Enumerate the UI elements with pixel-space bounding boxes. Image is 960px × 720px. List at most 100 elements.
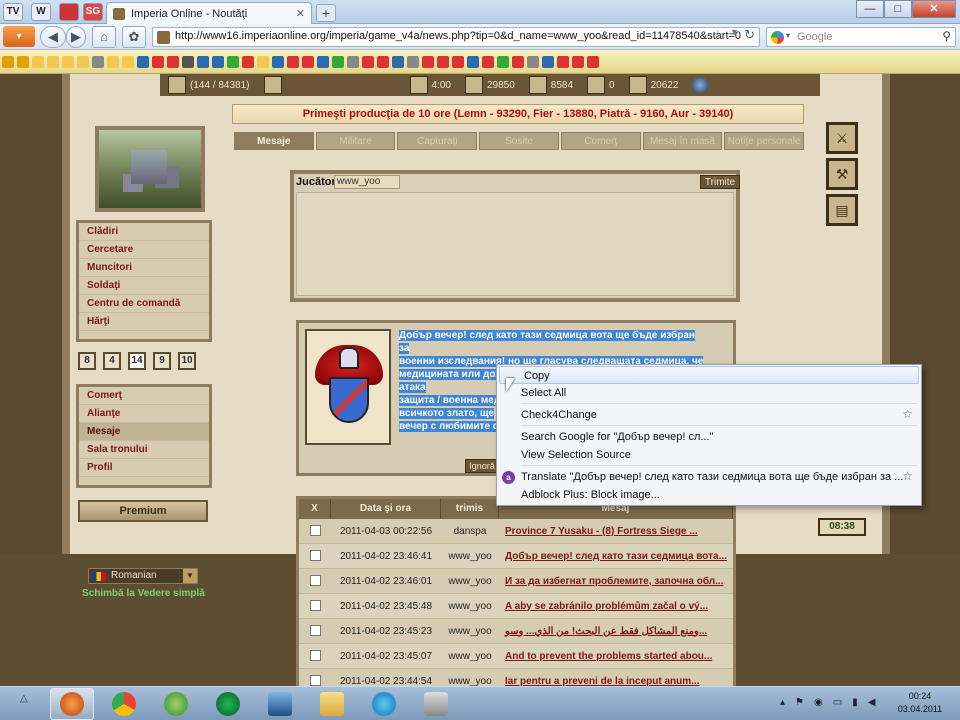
forward-button[interactable]: ▶: [66, 26, 86, 48]
bookmark-icon[interactable]: [422, 55, 434, 68]
volume-icon[interactable]: ◀: [868, 697, 876, 708]
pinned-tab-sg[interactable]: SG: [83, 3, 103, 21]
row-message-link[interactable]: Iar pentru a preveni de la inceput anum.…: [499, 676, 733, 687]
globe-icon[interactable]: [692, 77, 709, 93]
reload-icon[interactable]: ↻: [744, 27, 755, 43]
bookmark-icon[interactable]: [167, 55, 179, 68]
search-icon[interactable]: ⚲: [942, 29, 951, 43]
bookmark-icon[interactable]: [242, 55, 254, 68]
menu-item-soldati[interactable]: Soldaţi: [79, 277, 209, 295]
ignore-button[interactable]: Ignoră: [465, 459, 499, 473]
taskbar-chrome[interactable]: [102, 688, 146, 720]
row-checkbox[interactable]: [299, 625, 331, 637]
player-input[interactable]: www_yoo: [334, 175, 400, 189]
row-checkbox[interactable]: [299, 650, 331, 662]
search-box[interactable]: ▾ Google ⚲: [766, 27, 956, 47]
tab-imperia-online[interactable]: Imperia Online - Noutăţi ✕: [106, 2, 312, 24]
back-button[interactable]: ◀: [40, 26, 66, 48]
flag-icon[interactable]: ⚑: [795, 697, 804, 708]
bookmark-icon[interactable]: [347, 55, 359, 68]
taskbar-spotify[interactable]: [206, 688, 250, 720]
menu-item-comert[interactable]: Comerţ: [79, 387, 209, 405]
send-button[interactable]: Trimite: [700, 175, 740, 189]
bookmark-icon[interactable]: [572, 55, 584, 68]
bookmark-icon[interactable]: [377, 55, 389, 68]
menu-item-adblock-block-image[interactable]: Adblock Plus: Block image...: [521, 486, 660, 504]
army-icon[interactable]: [263, 76, 282, 94]
search-engine-dropdown-icon[interactable]: ▾: [786, 31, 790, 40]
menu-item-mesaje[interactable]: Mesaje: [79, 423, 209, 441]
sync-icon[interactable]: ◉: [814, 697, 823, 708]
taskbar-messenger[interactable]: [154, 688, 198, 720]
row-message-link[interactable]: Province 7 Yusaku - (8) Fortress Siege .…: [499, 526, 733, 537]
url-history-dropdown-icon[interactable]: ▼: [730, 27, 739, 37]
pinned-tab-w[interactable]: W: [31, 3, 51, 21]
close-tab-icon[interactable]: ✕: [296, 7, 305, 20]
hammer-icon[interactable]: ⚒: [826, 158, 858, 190]
header-select[interactable]: X: [299, 499, 331, 519]
bookmark-icon[interactable]: [47, 55, 59, 68]
bookmark-icon[interactable]: [272, 55, 284, 68]
zoom-option[interactable]: 10: [178, 352, 196, 370]
menu-item-check4change[interactable]: Check4Change: [521, 406, 597, 424]
menu-item-copy[interactable]: Copy: [499, 366, 919, 384]
menu-item-search-google[interactable]: Search Google for "Добър вечер! сл...": [521, 428, 713, 446]
menu-item-profil[interactable]: Profil: [79, 459, 209, 477]
header-sender[interactable]: trimis: [441, 499, 499, 519]
bookmark-icon[interactable]: [287, 55, 299, 68]
bookmark-icon[interactable]: [212, 55, 224, 68]
bookmark-icon[interactable]: [62, 55, 74, 68]
bookmark-icon[interactable]: [362, 55, 374, 68]
zoom-option-selected[interactable]: 14: [128, 352, 146, 370]
tab-sosite[interactable]: Sosite: [479, 132, 559, 150]
menu-item-sala-tronului[interactable]: Sala tronului: [79, 441, 209, 459]
new-tab-button[interactable]: +: [316, 4, 336, 22]
bookmark-icon[interactable]: [482, 55, 494, 68]
row-message-link[interactable]: И за да избегнат проблемите, започна обл…: [499, 576, 733, 587]
bookmark-icon[interactable]: [2, 55, 14, 68]
premium-button[interactable]: Premium: [78, 500, 208, 522]
row-checkbox[interactable]: [299, 575, 331, 587]
zoom-option[interactable]: 4: [103, 352, 121, 370]
pinned-tab-tv[interactable]: TV: [3, 3, 23, 21]
bookmark-icon[interactable]: [497, 55, 509, 68]
tab-mesaje[interactable]: Mesaje: [234, 132, 314, 150]
menu-item-cercetare[interactable]: Cercetare: [79, 241, 209, 259]
row-checkbox[interactable]: [299, 550, 331, 562]
castle-image[interactable]: [95, 126, 205, 212]
scroll-icon[interactable]: ▤: [826, 194, 858, 226]
row-message-link[interactable]: ومنع المشاكل فقط عن البحث! من الذي... وس…: [499, 626, 733, 637]
bookmark-icon[interactable]: [512, 55, 524, 68]
bookmark-icon[interactable]: [77, 55, 89, 68]
bookmark-icon[interactable]: [182, 55, 194, 68]
bookmark-icon[interactable]: [452, 55, 464, 68]
taskbar-firefox[interactable]: [50, 688, 94, 720]
bookmark-icon[interactable]: [137, 55, 149, 68]
row-checkbox[interactable]: [299, 525, 331, 537]
row-message-link[interactable]: And to prevent the problems started abou…: [499, 651, 733, 662]
switch-view-link[interactable]: Schimbă la Vedere simplă: [82, 588, 205, 599]
bookmark-icon[interactable]: [527, 55, 539, 68]
tab-capturati[interactable]: Capturaţi: [397, 132, 478, 150]
zoom-option[interactable]: 8: [78, 352, 96, 370]
monitor-tray-icon[interactable]: ▭: [833, 697, 842, 708]
message-textarea[interactable]: [296, 192, 734, 296]
show-hidden-icons-icon[interactable]: ▴: [780, 697, 785, 708]
menu-item-centru-de-comanda[interactable]: Centru de comandă: [79, 295, 209, 313]
header-date[interactable]: Data şi ora: [331, 499, 441, 519]
bookmark-icon[interactable]: [227, 55, 239, 68]
bookmark-icon[interactable]: [17, 55, 29, 68]
bookmark-icon[interactable]: [467, 55, 479, 68]
maximize-button[interactable]: □: [884, 0, 912, 18]
minimize-button[interactable]: —: [856, 0, 884, 18]
bookmark-icon[interactable]: [122, 55, 134, 68]
bookmark-icon[interactable]: [392, 55, 404, 68]
start-button-icon[interactable]: △: [20, 693, 28, 704]
network-icon[interactable]: ▮: [852, 697, 858, 708]
tab-comert[interactable]: Comerţ: [560, 132, 641, 150]
bookmark-star-icon[interactable]: ☆: [712, 27, 724, 43]
row-checkbox[interactable]: [299, 600, 331, 612]
bookmark-icon[interactable]: [542, 55, 554, 68]
tab-notite-personale[interactable]: Notiţe personale: [724, 132, 805, 150]
bookmark-icon[interactable]: [197, 55, 209, 68]
